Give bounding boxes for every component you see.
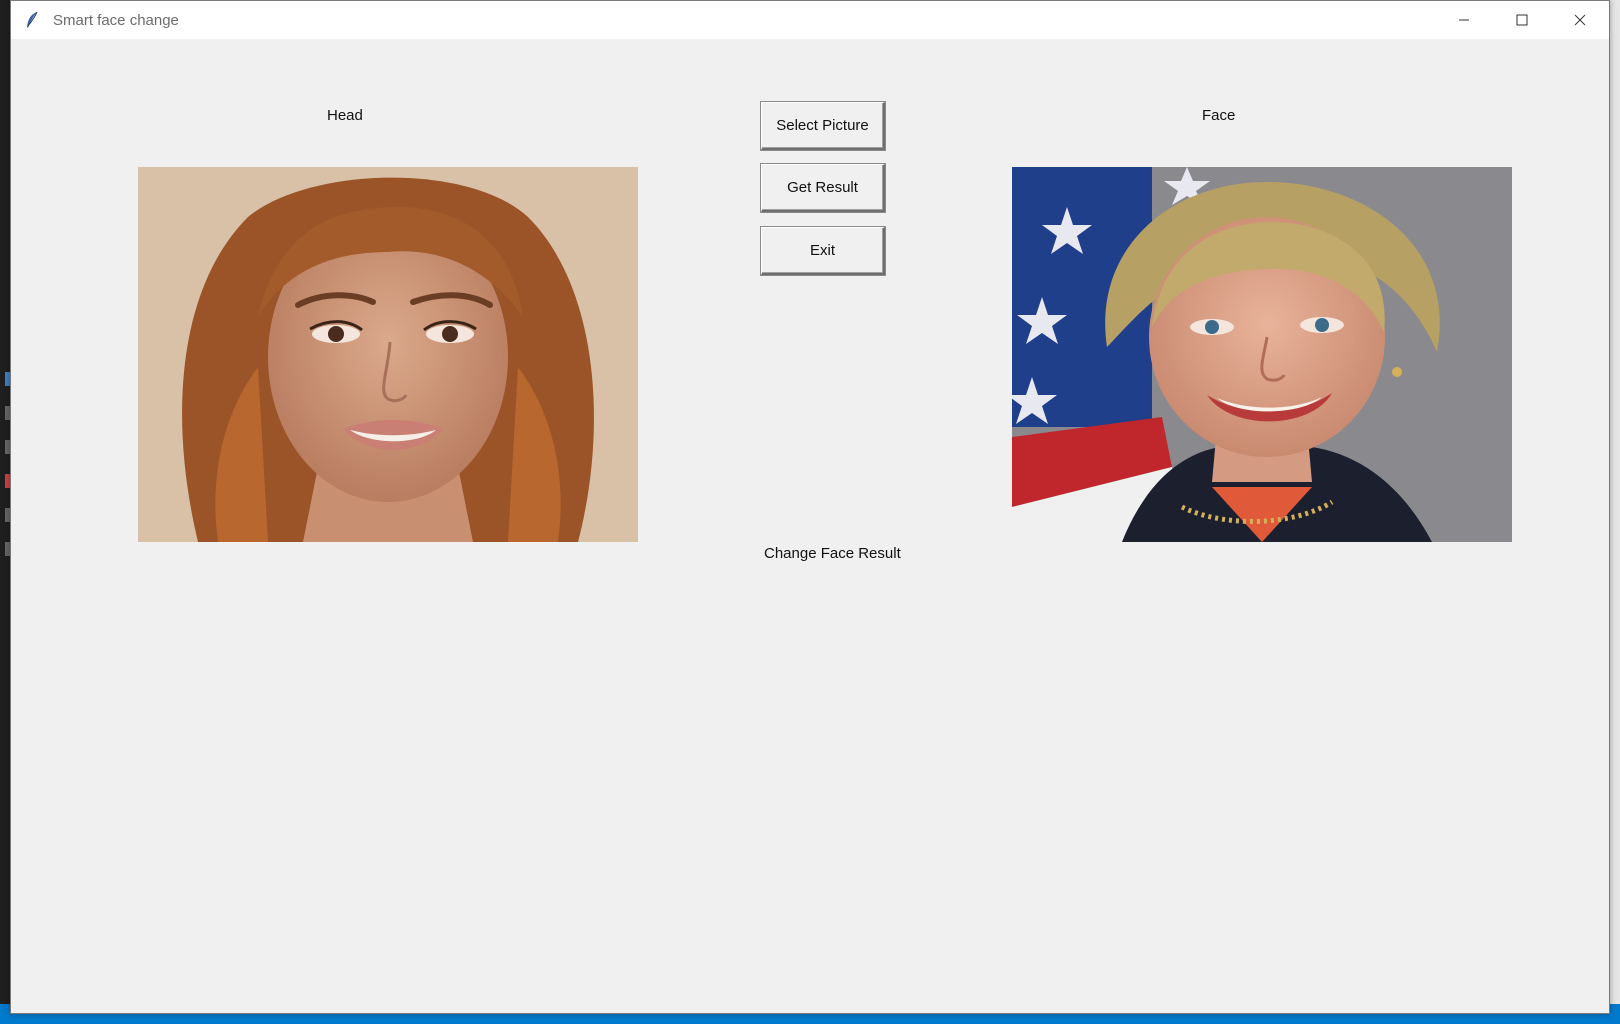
head-photo xyxy=(138,167,638,542)
close-button[interactable] xyxy=(1551,1,1609,39)
background-ide-edge xyxy=(1610,0,1620,1024)
maximize-button[interactable] xyxy=(1493,1,1551,39)
face-label: Face xyxy=(1202,107,1236,124)
select-picture-button[interactable]: Select Picture xyxy=(761,102,885,150)
maximize-icon xyxy=(1516,14,1528,26)
exit-button[interactable]: Exit xyxy=(761,227,885,275)
window-controls xyxy=(1435,1,1609,39)
feather-icon xyxy=(23,11,41,29)
window-title: Smart face change xyxy=(53,11,179,29)
app-window: Smart face change Head Face Change Face … xyxy=(10,0,1610,1014)
background-ide-sidebar xyxy=(0,0,10,1024)
close-icon xyxy=(1574,14,1586,26)
head-label: Head xyxy=(327,107,363,124)
minimize-button[interactable] xyxy=(1435,1,1493,39)
face-photo xyxy=(1012,167,1512,542)
get-result-button[interactable]: Get Result xyxy=(761,164,885,212)
minimize-icon xyxy=(1459,19,1469,21)
title-bar[interactable]: Smart face change xyxy=(11,1,1609,39)
result-label: Change Face Result xyxy=(764,545,901,562)
